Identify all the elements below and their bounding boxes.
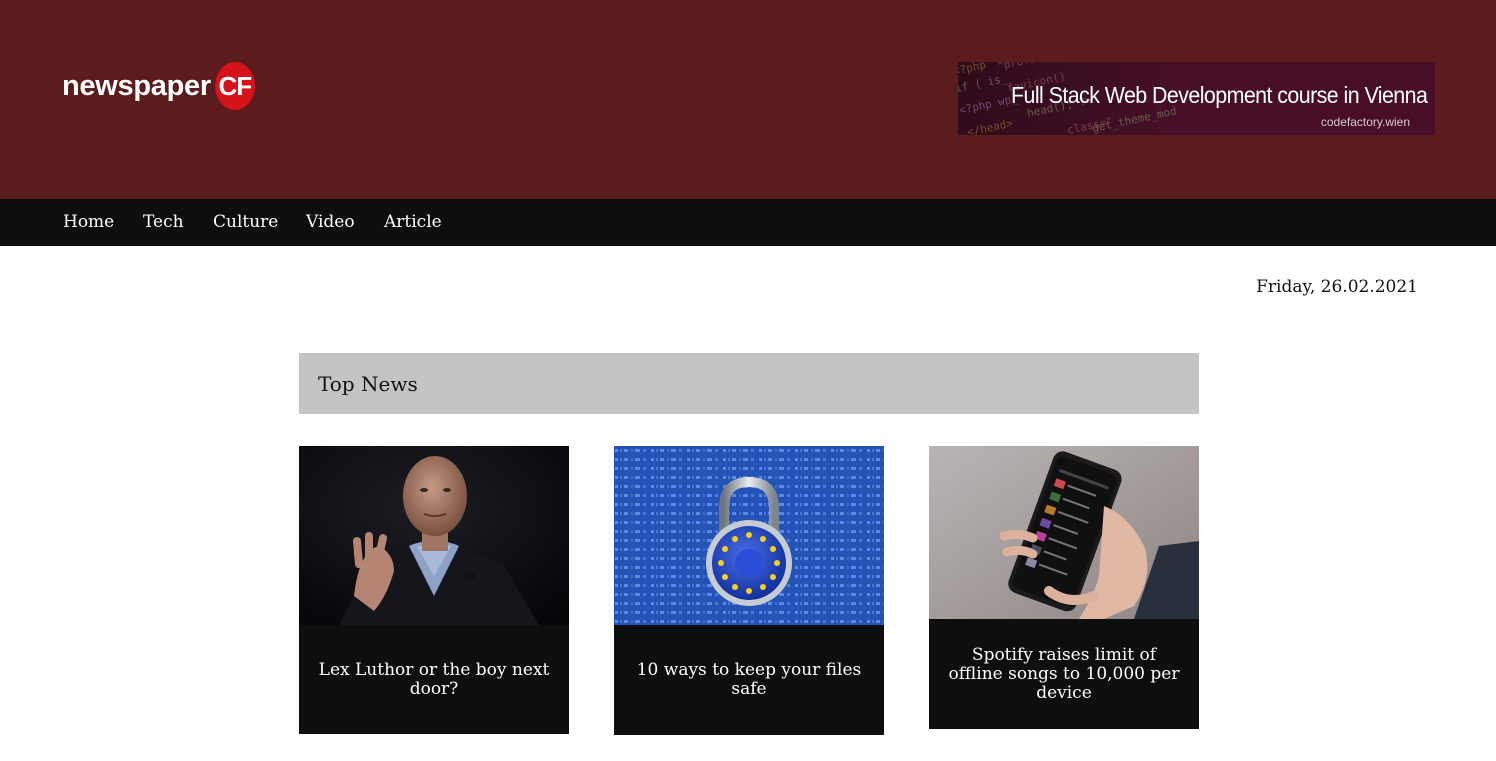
section-header: Top News <box>299 353 1199 414</box>
news-card[interactable]: Lex Luthor or the boy next door? <box>299 446 569 734</box>
card-title[interactable]: Lex Luthor or the boy next door? <box>299 660 569 699</box>
news-card[interactable]: Spotify raises limit of offline songs to… <box>929 446 1199 729</box>
card-image <box>929 446 1199 619</box>
banner-url: codefactory.wien <box>1320 115 1410 129</box>
nav-item-culture[interactable]: Culture <box>213 212 278 232</box>
logo-wordmark: newspaper <box>62 69 211 102</box>
nav-item-video[interactable]: Video <box>306 212 355 232</box>
site-header: newspaper CF <?php "profile" href="" if … <box>0 0 1496 199</box>
nav-item-article[interactable]: Article <box>384 212 442 232</box>
main-nav: Home Tech Culture Video Article <box>0 199 1496 246</box>
card-image <box>299 446 569 625</box>
ad-banner[interactable]: <?php "profile" href="" if ( is_ favicon… <box>958 62 1435 135</box>
nav-item-home[interactable]: Home <box>63 212 114 232</box>
card-caption: Spotify raises limit of offline songs to… <box>929 619 1199 729</box>
card-caption: 10 ways to keep your files safe <box>614 625 884 735</box>
padlock-photo-icon[interactable] <box>614 446 884 625</box>
site-logo[interactable]: newspaper CF <box>62 62 255 110</box>
nav-item-tech[interactable]: Tech <box>143 212 184 232</box>
card-image <box>614 446 884 625</box>
phone-photo-icon[interactable] <box>929 446 1199 619</box>
card-title[interactable]: 10 ways to keep your files safe <box>614 661 884 699</box>
card-caption: Lex Luthor or the boy next door? <box>299 625 569 734</box>
portrait-photo-icon[interactable] <box>299 446 569 625</box>
banner-headline: Full Stack Web Development course in Vie… <box>1011 82 1428 108</box>
card-title[interactable]: Spotify raises limit of offline songs to… <box>929 645 1199 703</box>
section-title: Top News <box>318 372 418 396</box>
current-date: Friday, 26.02.2021 <box>1256 277 1418 297</box>
logo-badge: CF <box>214 62 255 110</box>
news-card[interactable]: 10 ways to keep your files safe <box>614 446 884 735</box>
